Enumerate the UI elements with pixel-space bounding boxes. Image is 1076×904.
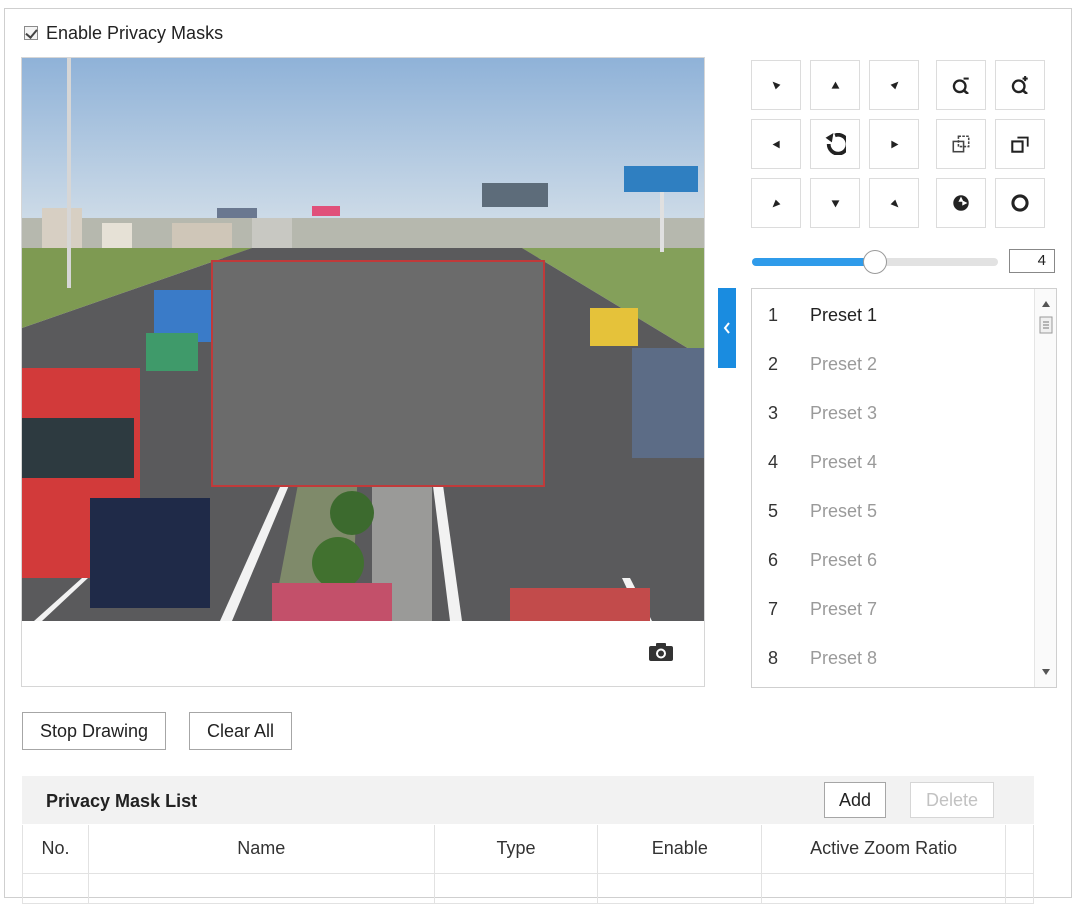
privacy-mask-list-header: Privacy Mask List Add Delete [22,776,1034,824]
preset-item-2[interactable]: 2 Preset 2 [752,344,1032,384]
collapse-ptz-panel-tab[interactable] [718,288,736,368]
triangle-down-right-icon [890,81,898,89]
preset-number: 8 [768,647,779,668]
iris-open-button[interactable] [995,178,1045,228]
enable-privacy-masks-checkbox[interactable] [24,26,38,40]
column-header-name: Name [87,825,435,874]
triangle-left-icon [772,140,780,148]
triangle-down-left-icon [772,81,780,89]
focus-far-icon [1011,136,1029,153]
privacy-mask-region[interactable] [211,260,545,487]
preset-name: Preset 4 [810,451,878,472]
ptz-speed-slider-thumb[interactable] [863,250,887,274]
ptz-speed-slider-fill [752,258,875,266]
preset-number: 1 [768,304,779,325]
iris-open-icon [1011,194,1029,212]
triangle-right-icon [890,140,898,148]
preset-item-1[interactable]: 1 Preset 1 [752,295,1032,335]
preset-number: 7 [768,598,779,619]
pan-left-button[interactable] [751,119,801,169]
preset-name: Preset 3 [810,402,878,423]
delete-mask-button[interactable]: Delete [910,782,994,818]
triangle-up-left-icon [772,199,780,207]
stop-drawing-button[interactable]: Stop Drawing [22,712,166,750]
pan-up-right-button[interactable] [869,60,919,110]
pan-up-left-button[interactable] [751,60,801,110]
iris-close-button[interactable] [936,178,986,228]
chevron-left-icon [723,322,730,334]
camera-icon[interactable] [648,642,674,662]
preset-item-6[interactable]: 6 Preset 6 [752,540,1032,580]
column-header-spacer [1005,825,1034,874]
preset-name: Preset 2 [810,353,878,374]
preset-item-4[interactable]: 4 Preset 4 [752,442,1032,482]
refresh-icon [825,133,846,155]
column-header-active-zoom-ratio: Active Zoom Ratio [761,825,1006,874]
preset-number: 6 [768,549,779,570]
pan-down-left-button[interactable] [751,178,801,228]
clear-all-button[interactable]: Clear All [189,712,292,750]
enable-privacy-masks-row[interactable]: Enable Privacy Masks [24,22,223,44]
privacy-mask-table: No. Name Type Enable Active Zoom Ratio [22,825,1034,904]
zoom-plus-icon [1011,76,1028,94]
preset-name: Preset 6 [810,549,878,570]
column-header-type: Type [433,825,599,874]
preset-item-5[interactable]: 5 Preset 5 [752,491,1032,531]
preset-number: 3 [768,402,779,423]
focus-near-icon [952,135,970,153]
triangle-down-icon [831,199,839,207]
zoom-in-button[interactable] [995,60,1045,110]
preset-item-8[interactable]: 8 Preset 8 [752,638,1032,678]
enable-privacy-masks-label: Enable Privacy Masks [46,22,224,43]
pan-right-button[interactable] [869,119,919,169]
ptz-speed-slider[interactable] [752,250,998,274]
pan-down-right-button[interactable] [869,178,919,228]
pan-down-button[interactable] [810,178,860,228]
triangle-up-icon [831,81,839,89]
column-header-enable: Enable [597,825,763,874]
column-header-no: No. [22,825,89,874]
triangle-up-right-icon [890,199,898,207]
preset-list: 1 Preset 1 2 Preset 2 3 Preset 3 4 Preset 4 5 Pre… [751,288,1057,688]
ptz-speed-value[interactable]: 4 [1009,249,1055,273]
preset-name: Preset 8 [810,647,878,668]
iris-close-icon [953,195,969,211]
zoom-minus-icon [952,77,969,94]
preset-item-3[interactable]: 3 Preset 3 [752,393,1032,433]
preset-list-scrollbar[interactable] [1034,289,1056,687]
preset-number: 4 [768,451,779,472]
preset-name: Preset 5 [810,500,878,521]
privacy-mask-list-title: Privacy Mask List [46,791,198,811]
auto-pan-button[interactable] [810,119,860,169]
preset-number: 5 [768,500,779,521]
table-row [22,872,1034,904]
pan-up-button[interactable] [810,60,860,110]
preset-item-7[interactable]: 7 Preset 7 [752,589,1032,629]
focus-far-button[interactable] [995,119,1045,169]
preset-number: 2 [768,353,779,374]
live-video[interactable] [22,58,704,621]
live-view-box [21,57,705,687]
focus-near-button[interactable] [936,119,986,169]
add-mask-button[interactable]: Add [824,782,886,818]
preset-name: Preset 7 [810,598,878,619]
preset-name: Preset 1 [810,304,878,325]
zoom-out-button[interactable] [936,60,986,110]
table-header-row: No. Name Type Enable Active Zoom Ratio [22,825,1034,874]
